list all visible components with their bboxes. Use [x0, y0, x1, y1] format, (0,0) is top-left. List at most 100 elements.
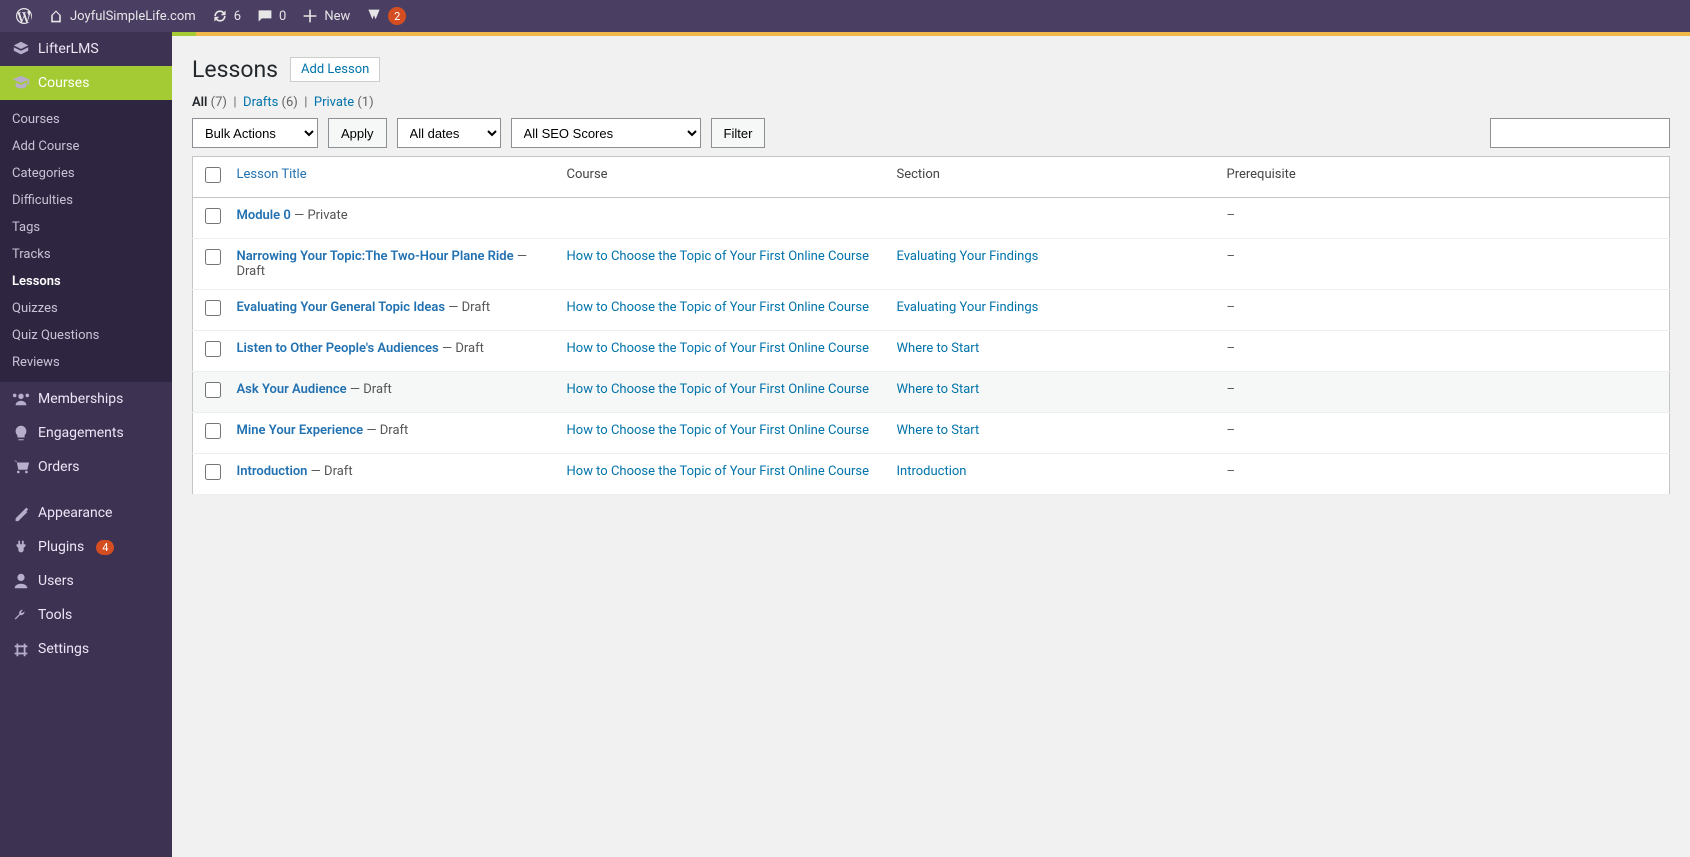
site-home-link[interactable]: JoyfulSimpleLife.com [40, 0, 204, 32]
bulk-actions-select[interactable]: Bulk Actions [192, 118, 318, 148]
lessons-table: Lesson Title Course Section Prerequisite… [192, 156, 1670, 495]
menu-memberships[interactable]: Memberships [0, 382, 172, 416]
filter-private[interactable]: Private [314, 95, 354, 110]
row-checkbox[interactable] [205, 423, 221, 439]
row-checkbox[interactable] [205, 382, 221, 398]
refresh-icon [212, 8, 228, 24]
row-checkbox[interactable] [205, 341, 221, 357]
lesson-title-link[interactable]: Mine Your Experience [237, 423, 364, 438]
lesson-title-link[interactable]: Narrowing Your Topic:The Two-Hour Plane … [237, 249, 514, 264]
menu-plugins[interactable]: Plugins4 [0, 530, 172, 564]
section-link[interactable]: Evaluating Your Findings [897, 249, 1039, 264]
plus-icon [302, 8, 318, 24]
col-header-title[interactable]: Lesson Title [237, 167, 307, 182]
row-checkbox[interactable] [205, 208, 221, 224]
post-state: — Draft [307, 464, 352, 479]
course-link[interactable]: How to Choose the Topic of Your First On… [567, 423, 870, 438]
grad-cap-icon [12, 74, 30, 92]
wordpress-icon [16, 8, 32, 24]
prerequisite-cell: – [1217, 331, 1670, 372]
lesson-title-link[interactable]: Ask Your Audience [237, 382, 347, 397]
yoast-link[interactable]: 2 [358, 0, 414, 32]
search-input[interactable] [1490, 118, 1670, 148]
section-link[interactable]: Where to Start [897, 382, 980, 397]
new-label: New [324, 9, 350, 24]
lesson-title-link[interactable]: Introduction [237, 464, 308, 479]
apply-button[interactable]: Apply [328, 118, 387, 148]
lifterlms-icon [12, 40, 30, 58]
comment-icon [257, 8, 273, 24]
comments-link[interactable]: 0 [249, 0, 294, 32]
course-link[interactable]: How to Choose the Topic of Your First On… [567, 300, 870, 315]
lesson-title-link[interactable]: Listen to Other People's Audiences [237, 341, 439, 356]
yoast-count: 2 [388, 7, 406, 25]
menu-users[interactable]: Users [0, 564, 172, 598]
post-state: — Private [291, 208, 348, 223]
menu-orders[interactable]: Orders [0, 450, 172, 484]
submenu-item[interactable]: Quizzes [0, 295, 172, 322]
row-checkbox[interactable] [205, 300, 221, 316]
tablenav-top: Bulk Actions Apply All dates All SEO Sco… [192, 118, 1670, 148]
row-checkbox[interactable] [205, 464, 221, 480]
section-link[interactable]: Where to Start [897, 423, 980, 438]
date-filter-select[interactable]: All dates [397, 118, 501, 148]
col-header-prereq: Prerequisite [1217, 157, 1670, 198]
submenu-item[interactable]: Lessons [0, 268, 172, 295]
menu-label: Engagements [38, 425, 124, 441]
prerequisite-cell: – [1217, 239, 1670, 290]
section-link[interactable]: Where to Start [897, 341, 980, 356]
post-state: — Draft [445, 300, 490, 315]
course-link[interactable]: How to Choose the Topic of Your First On… [567, 382, 870, 397]
submenu-item[interactable]: Difficulties [0, 187, 172, 214]
submenu-item[interactable]: Add Course [0, 133, 172, 160]
table-row: Ask Your Audience — DraftHow to Choose t… [193, 372, 1670, 413]
filter-drafts[interactable]: Drafts [243, 95, 278, 110]
orders-icon [12, 458, 30, 476]
menu-tools[interactable]: Tools [0, 598, 172, 632]
lesson-title-link[interactable]: Evaluating Your General Topic Ideas [237, 300, 446, 315]
section-link[interactable]: Evaluating Your Findings [897, 300, 1039, 315]
menu-label: Settings [38, 641, 89, 657]
course-link[interactable]: How to Choose the Topic of Your First On… [567, 341, 870, 356]
row-checkbox[interactable] [205, 249, 221, 265]
filter-button[interactable]: Filter [711, 118, 766, 148]
table-row: Module 0 — Private– [193, 198, 1670, 239]
post-state: — Draft [439, 341, 484, 356]
table-row: Introduction — Draft How to Choose the To… [193, 454, 1670, 495]
submenu-item[interactable]: Reviews [0, 349, 172, 376]
lifterlms-header: LifterLMS [0, 32, 172, 66]
submenu-item[interactable]: Tags [0, 214, 172, 241]
settings-icon [12, 640, 30, 658]
menu-courses[interactable]: Courses [0, 66, 172, 100]
menu-label: Orders [38, 459, 80, 475]
update-count: 4 [96, 540, 114, 555]
menu-engagements[interactable]: Engagements [0, 416, 172, 450]
wp-logo[interactable] [8, 0, 40, 32]
select-all-checkbox[interactable] [205, 167, 221, 183]
site-title: JoyfulSimpleLife.com [70, 9, 196, 24]
menu-label: Memberships [38, 391, 123, 407]
filter-all[interactable]: All [192, 95, 207, 110]
submenu-item[interactable]: Tracks [0, 241, 172, 268]
menu-appearance[interactable]: Appearance [0, 496, 172, 530]
updates-link[interactable]: 6 [204, 0, 249, 32]
new-content-link[interactable]: New [294, 0, 358, 32]
submenu-item[interactable]: Quiz Questions [0, 322, 172, 349]
submenu-courses: CoursesAdd CourseCategoriesDifficultiesT… [0, 100, 172, 382]
plugins-icon [12, 538, 30, 556]
course-link[interactable]: How to Choose the Topic of Your First On… [567, 249, 870, 264]
course-link[interactable]: How to Choose the Topic of Your First On… [567, 464, 870, 479]
prerequisite-cell: – [1217, 290, 1670, 331]
add-lesson-button[interactable]: Add Lesson [290, 57, 380, 82]
menu-label: Tools [38, 607, 72, 623]
page-title: Lessons [192, 56, 278, 83]
table-row: Narrowing Your Topic:The Two-Hour Plane … [193, 239, 1670, 290]
seo-filter-select[interactable]: All SEO Scores [511, 118, 701, 148]
menu-label: Users [38, 573, 74, 589]
section-link[interactable]: Introduction [897, 464, 967, 479]
col-header-section: Section [887, 157, 1217, 198]
menu-settings[interactable]: Settings [0, 632, 172, 666]
lesson-title-link[interactable]: Module 0 [237, 208, 291, 223]
submenu-item[interactable]: Categories [0, 160, 172, 187]
submenu-item[interactable]: Courses [0, 106, 172, 133]
